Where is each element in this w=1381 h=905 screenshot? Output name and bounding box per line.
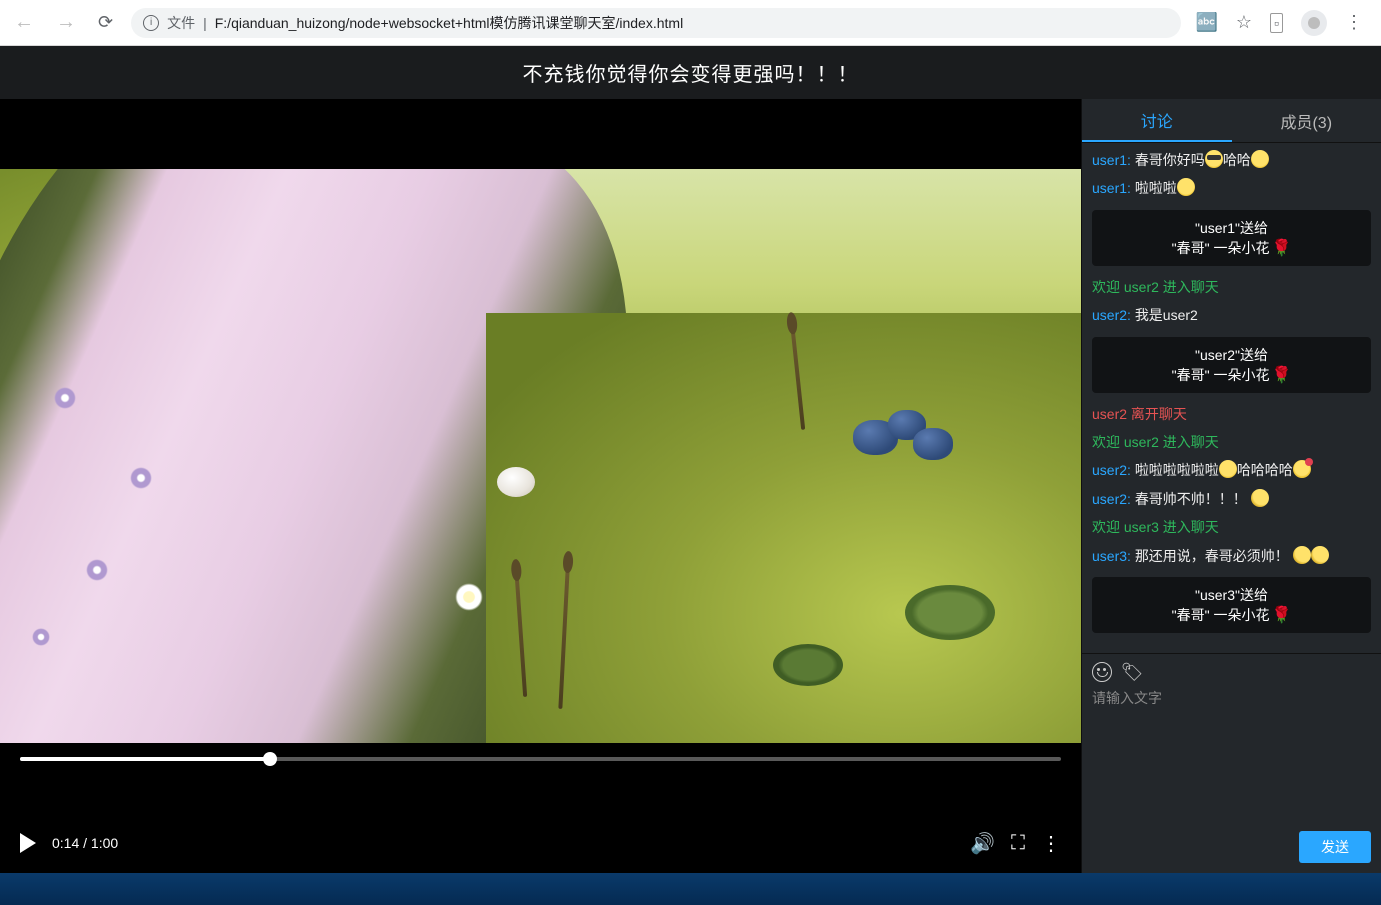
video-progress-bar[interactable] bbox=[20, 757, 1061, 761]
emoji-grin-icon bbox=[1251, 150, 1269, 168]
gift-icon[interactable]: 🏷 bbox=[1122, 662, 1142, 682]
url-prefix: 文件 bbox=[167, 13, 195, 33]
rose-icon: 🌹 bbox=[1271, 365, 1291, 385]
emoji-grin-icon bbox=[1219, 460, 1237, 478]
chat-message: user3那还用说，春哥必须帅！ bbox=[1092, 545, 1371, 567]
translate-icon[interactable]: 🔤 bbox=[1195, 12, 1217, 33]
play-button[interactable] bbox=[20, 833, 36, 853]
emoji-grin-icon bbox=[1177, 178, 1195, 196]
emoji-picker-icon[interactable] bbox=[1092, 662, 1112, 682]
video-controls: 0:14 / 1:00 🔊 ⛶ ⋮ bbox=[0, 813, 1081, 873]
emoji-moon-icon bbox=[1311, 546, 1329, 564]
rose-icon: 🌹 bbox=[1271, 605, 1291, 625]
message-user: user3 bbox=[1092, 548, 1135, 564]
more-options-icon[interactable]: ⋮ bbox=[1041, 831, 1061, 856]
chat-panel: 讨论 成员(3) user1春哥你好吗哈哈 user1啦啦啦 "user1"送给"春… bbox=[1081, 99, 1381, 873]
gift-message: "user1"送给"春哥" 一朵小花🌹 bbox=[1092, 210, 1371, 266]
gift-message: "user3"送给"春哥" 一朵小花🌹 bbox=[1092, 577, 1371, 633]
send-button[interactable]: 发送 bbox=[1299, 831, 1371, 863]
progress-thumb[interactable] bbox=[263, 752, 277, 766]
tab-members[interactable]: 成员(3) bbox=[1232, 99, 1381, 142]
video-canvas[interactable] bbox=[0, 99, 1081, 813]
info-icon[interactable]: i bbox=[143, 15, 159, 31]
chat-tabs: 讨论 成员(3) bbox=[1082, 99, 1381, 143]
system-join-message: 欢迎 user2 进入聊天 bbox=[1092, 276, 1371, 298]
chat-message: user1啦啦啦 bbox=[1092, 177, 1371, 199]
chat-message: user2我是user2 bbox=[1092, 304, 1371, 326]
reload-button[interactable]: ⟳ bbox=[94, 8, 117, 37]
message-user: user1 bbox=[1092, 180, 1135, 196]
tab-discuss[interactable]: 讨论 bbox=[1082, 99, 1232, 142]
fullscreen-icon[interactable]: ⛶ bbox=[1011, 832, 1025, 855]
emoji-cool-icon bbox=[1205, 150, 1223, 168]
emoji-moon-icon bbox=[1251, 489, 1269, 507]
chat-input-area: 🏷 发送 bbox=[1082, 653, 1381, 873]
message-user: user1 bbox=[1092, 152, 1135, 168]
rose-icon: 🌹 bbox=[1271, 238, 1291, 258]
emoji-heart-icon bbox=[1293, 460, 1311, 478]
kebab-menu-icon[interactable]: ⋮ bbox=[1345, 12, 1363, 33]
profile-avatar[interactable] bbox=[1301, 10, 1327, 36]
message-user: user2 bbox=[1092, 491, 1135, 507]
system-join-message: 欢迎 user3 进入聊天 bbox=[1092, 516, 1371, 538]
gift-message: "user2"送给"春哥" 一朵小花🌹 bbox=[1092, 337, 1371, 393]
browser-toolbar: ← → ⟳ i 文件 | F:/qianduan_huizong/node+we… bbox=[0, 0, 1381, 46]
system-leave-message: user2 离开聊天 bbox=[1092, 403, 1371, 425]
message-user: user2 bbox=[1092, 307, 1135, 323]
url-path: F:/qianduan_huizong/node+websocket+html模… bbox=[215, 13, 683, 33]
video-time: 0:14 / 1:00 bbox=[52, 835, 118, 851]
page-title: 不充钱你觉得你会变得更强吗！！！ bbox=[0, 46, 1381, 99]
volume-icon[interactable]: 🔊 bbox=[970, 831, 995, 856]
system-join-message: 欢迎 user2 进入聊天 bbox=[1092, 431, 1371, 453]
back-button[interactable]: ← bbox=[10, 7, 38, 38]
forward-button[interactable]: → bbox=[52, 7, 80, 38]
chat-message: user1春哥你好吗哈哈 bbox=[1092, 149, 1371, 171]
chat-message: user2啦啦啦啦啦啦哈哈哈哈 bbox=[1092, 459, 1371, 481]
emoji-moon-icon bbox=[1293, 546, 1311, 564]
browser-actions: 🔤 ☆ ▫ ⋮ bbox=[1195, 10, 1371, 36]
video-player: 0:14 / 1:00 🔊 ⛶ ⋮ bbox=[0, 99, 1081, 873]
message-user: user2 bbox=[1092, 462, 1135, 478]
chat-message: user2春哥帅不帅！！！ bbox=[1092, 488, 1371, 510]
extension-icon[interactable]: ▫ bbox=[1270, 13, 1283, 33]
address-bar[interactable]: i 文件 | F:/qianduan_huizong/node+websocke… bbox=[131, 8, 1181, 38]
message-list[interactable]: user1春哥你好吗哈哈 user1啦啦啦 "user1"送给"春哥" 一朵小花🌹 欢… bbox=[1082, 143, 1381, 653]
bookmark-star-icon[interactable]: ☆ bbox=[1236, 12, 1252, 33]
os-taskbar[interactable] bbox=[0, 873, 1381, 905]
